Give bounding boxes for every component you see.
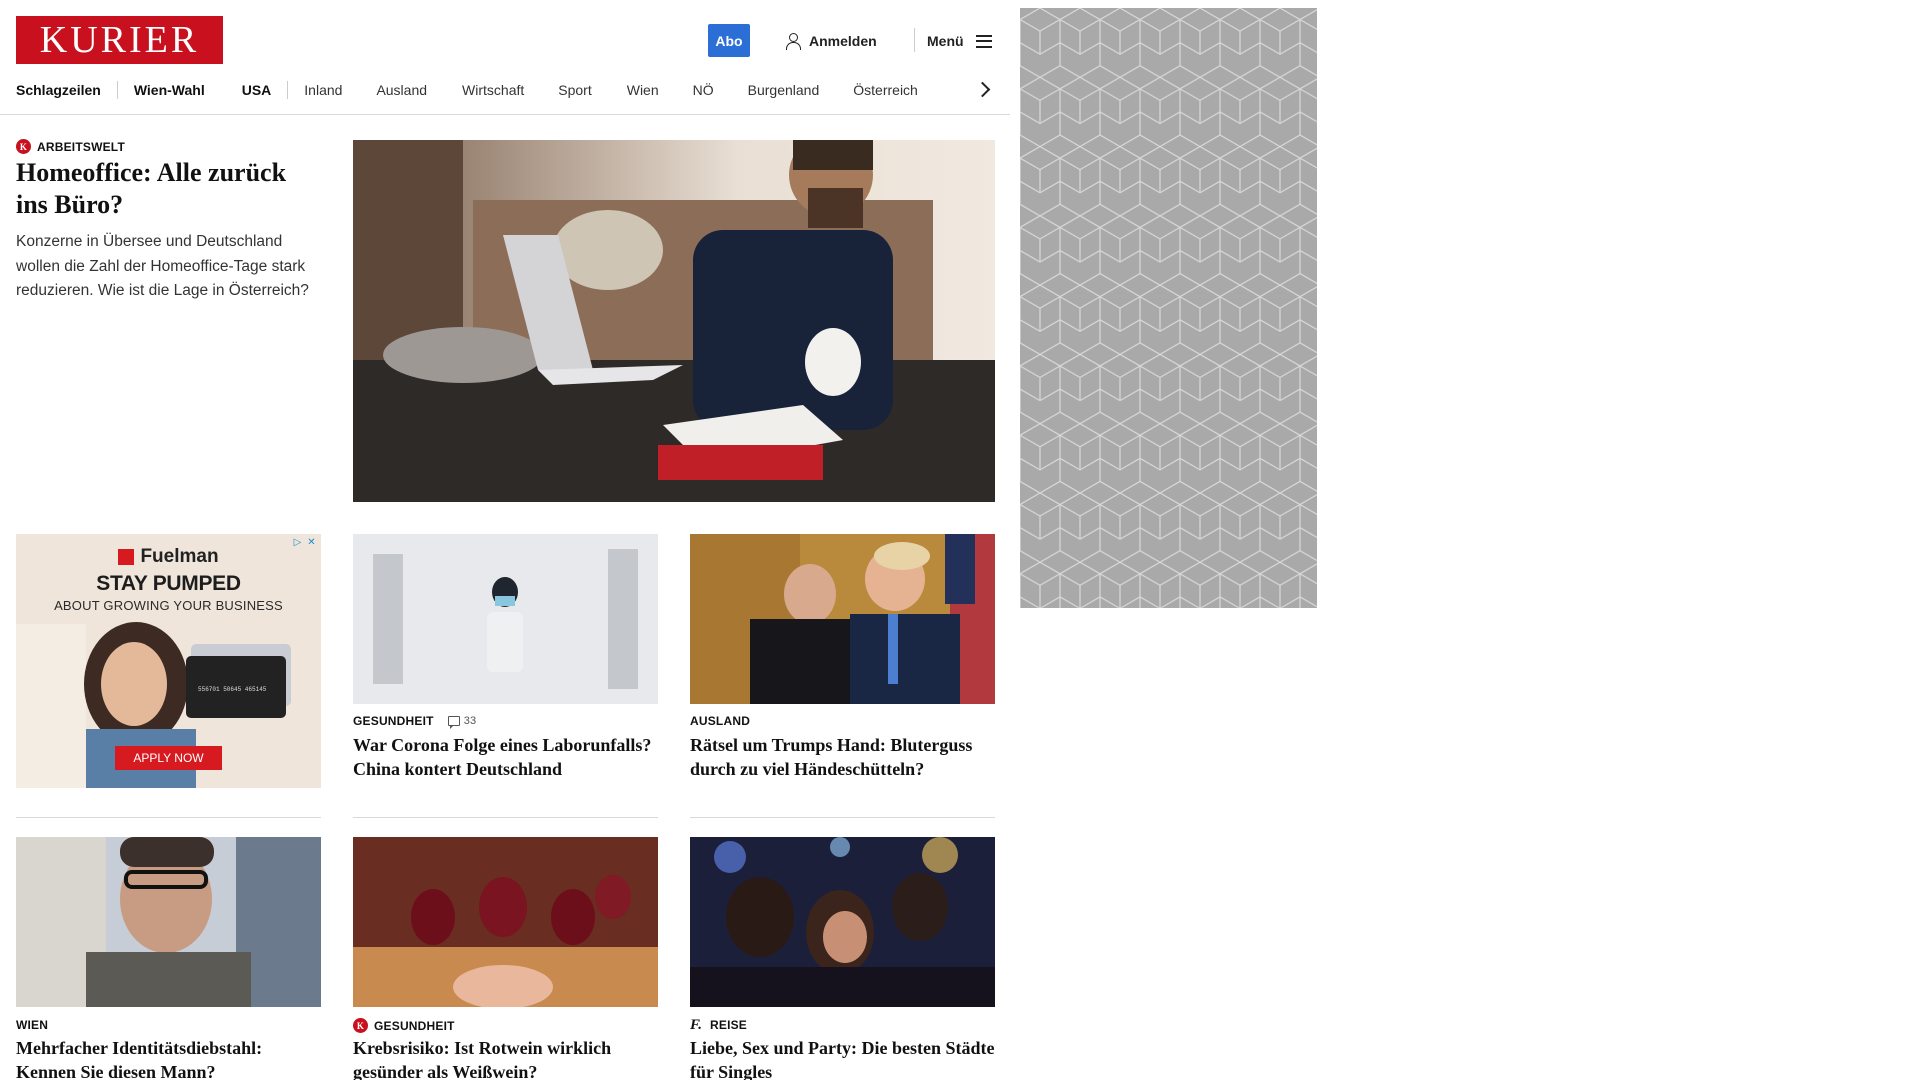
- card-title[interactable]: War Corona Folge eines Laborunfalls? Chi…: [353, 733, 658, 781]
- freizeit-f-icon: f.: [690, 1017, 703, 1033]
- nav-item-wien-wahl[interactable]: Wien-Wahl: [134, 82, 205, 98]
- ad-banner[interactable]: ▷ ✕ Fuelman STAY PUMPED ABOUT GROWING YO…: [16, 534, 321, 788]
- card-image[interactable]: [353, 837, 658, 1007]
- card-image[interactable]: [353, 534, 658, 704]
- lead-kicker: K ARBEITSWELT: [16, 139, 125, 154]
- ad-card-number: 556701 50645 465145: [198, 686, 267, 693]
- card-kicker-label: GESUNDHEIT: [353, 714, 434, 728]
- lead-teaser: Konzerne in Übersee und Deutschland woll…: [16, 233, 309, 299]
- card-kicker: K GESUNDHEIT: [353, 1018, 455, 1033]
- login-button[interactable]: Anmelden: [785, 30, 877, 52]
- kurier-logo[interactable]: KURIER: [16, 16, 223, 64]
- card-image[interactable]: [690, 837, 995, 1007]
- nav-item-schlagzeilen[interactable]: Schlagzeilen: [16, 82, 101, 98]
- menu-label: Menü: [927, 33, 964, 49]
- card-title[interactable]: Liebe, Sex und Party: Die besten Städte …: [690, 1036, 995, 1080]
- site-header: KURIER Abo Anmelden Menü Schlagzeilen Wi…: [0, 0, 1010, 115]
- nav-separator: [116, 81, 118, 99]
- ad-subline: ABOUT GROWING YOUR BUSINESS: [54, 598, 283, 613]
- ad-brand-label: Fuelman: [140, 546, 219, 567]
- card-kicker: AUSLAND: [690, 714, 750, 728]
- ad-placeholder: [1020, 8, 1317, 608]
- nav-item-usa[interactable]: USA: [242, 82, 272, 98]
- card-kicker-label: REISE: [710, 1018, 748, 1032]
- card-title[interactable]: Mehrfacher Identitätsdiebstahl: Kennen S…: [16, 1036, 321, 1080]
- card-title[interactable]: Krebsrisiko: Ist Rotwein wirklich gesünd…: [353, 1036, 658, 1080]
- nav-item-wien[interactable]: Wien: [627, 82, 659, 98]
- divider: [690, 817, 995, 818]
- divider: [16, 817, 321, 818]
- card-kicker: GESUNDHEIT 33: [353, 714, 477, 729]
- apply-now-button[interactable]: APPLY NOW: [115, 746, 222, 770]
- section-nav: Schlagzeilen Wien-Wahl USA Inland Auslan…: [16, 78, 918, 102]
- fuelman-logo-icon: [118, 549, 135, 565]
- nav-item-inland[interactable]: Inland: [304, 82, 342, 98]
- nav-item-ausland[interactable]: Ausland: [376, 82, 427, 98]
- ad-brand: Fuelman: [16, 546, 321, 568]
- nav-item-sport[interactable]: Sport: [558, 82, 591, 98]
- card-image[interactable]: [16, 837, 321, 1007]
- card-kicker-label: GESUNDHEIT: [374, 1018, 455, 1033]
- login-label: Anmelden: [809, 33, 877, 49]
- nav-item-oesterreich[interactable]: Österreich: [853, 82, 918, 98]
- lead-kicker-label: ARBEITSWELT: [37, 139, 125, 154]
- chevron-right-icon[interactable]: [974, 80, 994, 100]
- nav-item-noe[interactable]: NÖ: [693, 82, 714, 98]
- header-divider: [914, 28, 915, 52]
- comment-count-label: 33: [463, 715, 477, 727]
- nav-item-wirtschaft[interactable]: Wirtschaft: [462, 82, 524, 98]
- ad-headline: STAY PUMPED: [96, 572, 241, 595]
- kurier-k-icon: K: [16, 139, 31, 154]
- card-kicker-label: AUSLAND: [690, 714, 751, 728]
- nav-item-burgenland[interactable]: Burgenland: [748, 82, 820, 98]
- comment-icon: [447, 716, 460, 729]
- card-image[interactable]: [690, 534, 995, 704]
- kurier-k-icon: K: [353, 1018, 368, 1033]
- menu-button[interactable]: Menü: [927, 30, 992, 52]
- nav-separator: [287, 81, 289, 99]
- card-kicker: WIEN: [16, 1018, 48, 1032]
- hamburger-icon: [975, 34, 992, 48]
- abo-button[interactable]: Abo: [708, 24, 750, 57]
- card-kicker: f. REISE: [690, 1017, 748, 1033]
- lead-image[interactable]: [353, 140, 995, 502]
- divider: [353, 817, 658, 818]
- lead-title[interactable]: Homeoffice: Alle zurück ins Büro?: [16, 157, 316, 221]
- card-kicker-label: WIEN: [16, 1018, 49, 1032]
- card-title[interactable]: Rätsel um Trumps Hand: Bluterguss durch …: [690, 733, 995, 781]
- user-icon: [785, 33, 801, 50]
- comment-count[interactable]: 33: [447, 715, 477, 729]
